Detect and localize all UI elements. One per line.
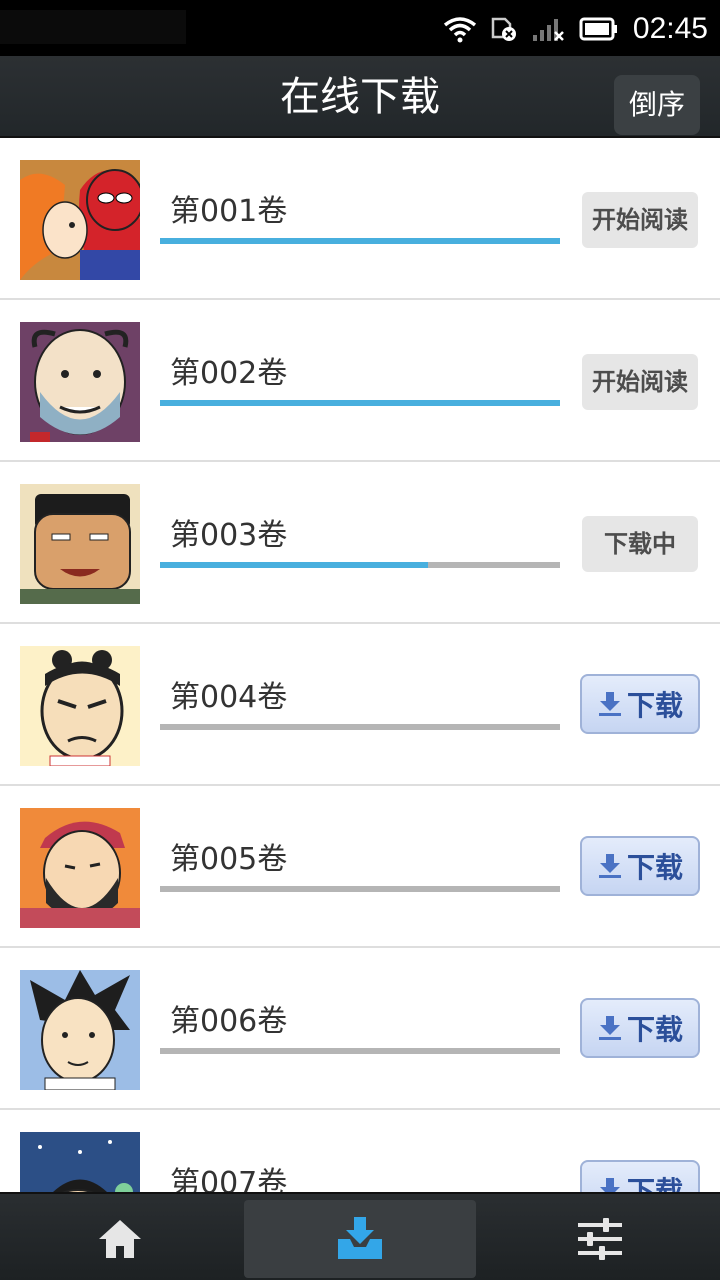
volume-row[interactable]: 第007卷 下载 [0, 1110, 720, 1192]
status-bar: 02:45 [0, 0, 720, 56]
download-arrow-icon [598, 1016, 621, 1040]
sim-card-off-icon [491, 17, 516, 41]
download-arrow-icon [598, 692, 621, 716]
download-progress-fill [160, 562, 428, 568]
download-arrow-icon [599, 1178, 620, 1192]
volume-row[interactable]: 第001卷 开始阅读 [0, 138, 720, 300]
status-time: 02:45 [632, 12, 708, 45]
download-button-label: 下载 [626, 1013, 683, 1046]
download-progress-bar [160, 886, 560, 892]
tab-settings[interactable] [484, 1200, 716, 1278]
volume-cover-image [20, 160, 140, 280]
download-progress-bar [160, 400, 560, 406]
start-reading-button[interactable]: 开始阅读 [582, 354, 698, 410]
page-title: 在线下载 [280, 74, 440, 120]
volume-cover-image [20, 1132, 140, 1192]
volume-title: 第003卷 [170, 518, 288, 553]
signal-off-icon [532, 19, 564, 41]
volume-row[interactable]: 第003卷 下载中 [0, 462, 720, 624]
volume-row[interactable]: 第005卷 下载 [0, 786, 720, 948]
download-progress-fill [160, 238, 560, 244]
volume-list[interactable]: 第001卷 开始阅读 第002卷 开始阅读 第003卷 下载中 第004卷 下载 第00… [0, 138, 720, 1192]
download-button[interactable]: 下载 [580, 674, 700, 734]
download-progress-bar [160, 724, 560, 730]
volume-row[interactable]: 第002卷 开始阅读 [0, 300, 720, 462]
download-button-label: 下载 [626, 1175, 683, 1192]
reverse-order-button[interactable]: 倒序 [614, 75, 700, 135]
volume-title: 第006卷 [170, 1004, 288, 1039]
download-button[interactable]: 下载 [580, 998, 700, 1058]
status-icons: 02:45 [443, 8, 708, 50]
volume-row[interactable]: 第004卷 下载 [0, 624, 720, 786]
volume-title: 第007卷 [170, 1166, 288, 1192]
download-button-label: 下载 [626, 689, 683, 722]
volume-cover-image [20, 646, 140, 766]
download-progress-bar [160, 562, 560, 568]
volume-cover-image [20, 808, 140, 928]
download-tray-icon [338, 1217, 382, 1259]
home-icon [99, 1220, 141, 1258]
battery-icon [579, 17, 617, 41]
volume-cover-image [20, 322, 140, 442]
download-arrow-icon [598, 854, 621, 878]
volume-row[interactable]: 第006卷 下载 [0, 948, 720, 1110]
status-notification-area [0, 10, 186, 44]
start-reading-button[interactable]: 开始阅读 [582, 192, 698, 248]
tab-home[interactable] [4, 1200, 236, 1278]
download-progress-bar [160, 238, 560, 244]
title-bar: 在线下载 倒序 [0, 56, 720, 138]
settings-sliders-icon [578, 1218, 622, 1260]
bottom-nav [0, 1192, 720, 1280]
tab-download[interactable] [244, 1200, 476, 1278]
download-progress-fill [160, 400, 560, 406]
volume-title: 第005卷 [170, 842, 288, 877]
download-progress-bar [160, 1048, 560, 1054]
downloading-status-button[interactable]: 下载中 [582, 516, 698, 572]
download-button[interactable]: 下载 [580, 1160, 700, 1192]
volume-title: 第002卷 [170, 356, 288, 391]
volume-cover-image [20, 970, 140, 1090]
wifi-icon [443, 17, 477, 43]
volume-cover-image [20, 484, 140, 604]
volume-title: 第001卷 [170, 194, 288, 229]
download-button[interactable]: 下载 [580, 836, 700, 896]
volume-title: 第004卷 [170, 680, 288, 715]
download-button-label: 下载 [626, 851, 683, 884]
